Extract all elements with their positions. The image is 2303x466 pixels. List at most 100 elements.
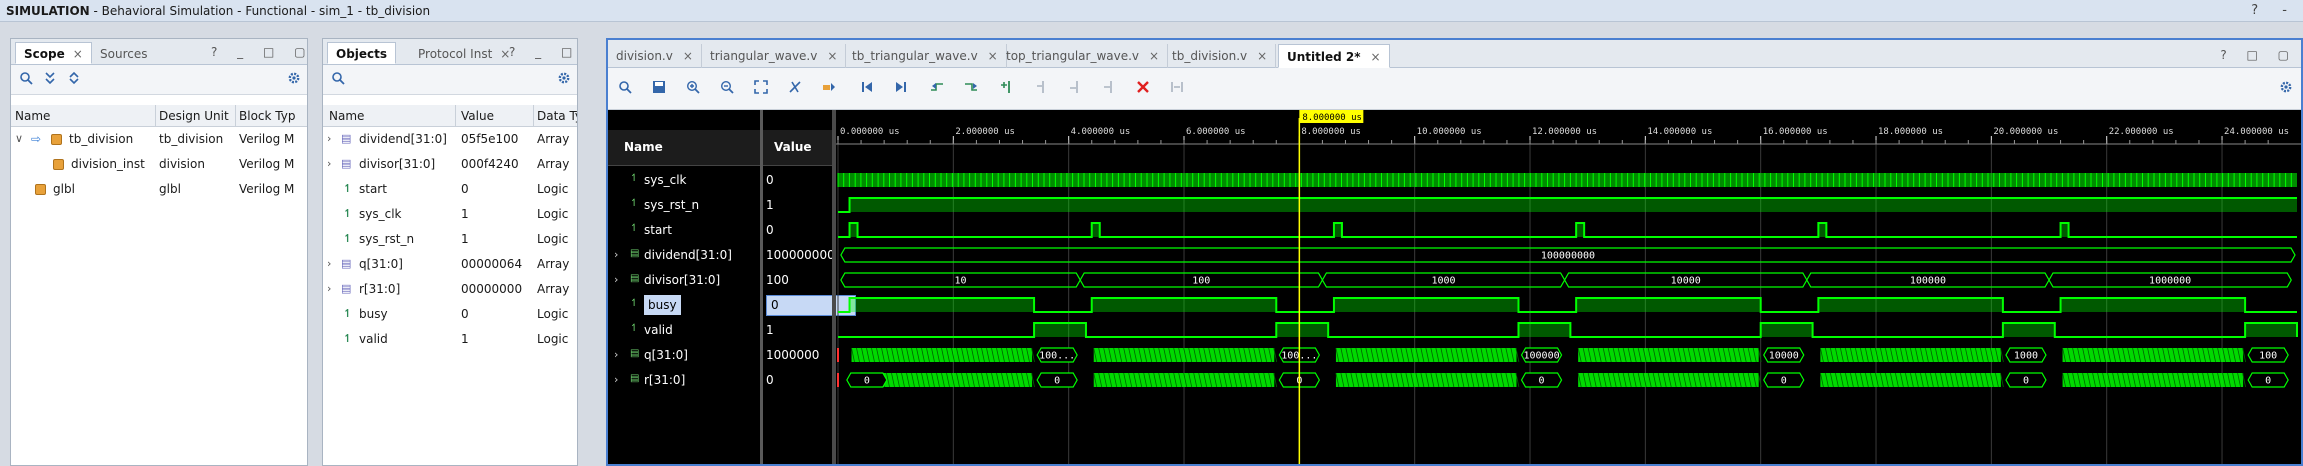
gear-icon[interactable]: [2277, 80, 2295, 98]
chevron-right-icon[interactable]: ›: [614, 273, 618, 286]
chevron-right-icon[interactable]: ›: [614, 248, 618, 261]
chevron-right-icon[interactable]: ›: [614, 348, 618, 361]
signal-row[interactable]: › ▤ r[31:0] 0: [608, 368, 834, 393]
wave-window-controls[interactable]: ? □ ▢: [2220, 48, 2297, 62]
prev-marker-icon: [1032, 80, 1050, 98]
signal-row[interactable]: ↿ start 0: [608, 218, 834, 243]
close-icon[interactable]: ×: [73, 47, 83, 61]
expand-all-icon[interactable]: [65, 71, 83, 89]
col-value[interactable]: Value: [461, 109, 494, 123]
marker-icon[interactable]: [820, 80, 838, 98]
zoom-in-icon[interactable]: [684, 80, 702, 98]
scope-window-controls[interactable]: ? _ □ ▢: [211, 45, 307, 59]
tab-tb-triangular-wave-v[interactable]: tb_triangular_wave.v ×: [844, 44, 1007, 68]
search-icon[interactable]: [17, 71, 35, 89]
objects-row[interactable]: ↿ start 0 Logic: [323, 177, 577, 202]
close-icon[interactable]: ×: [1257, 49, 1267, 63]
tab-tb-division-v[interactable]: tb_division.v ×: [1164, 44, 1277, 68]
chevron-right-icon[interactable]: ›: [614, 373, 618, 386]
window-title: SIMULATION - Behavioral Simulation - Fun…: [6, 4, 431, 18]
objects-row[interactable]: › ▤ dividend[31:0] 05f5e100 Array: [323, 127, 577, 152]
signal-icon: ↿: [630, 223, 639, 234]
add-marker-icon[interactable]: [998, 80, 1016, 98]
gear-icon[interactable]: [555, 71, 573, 89]
signal-row[interactable]: ↿ sys_clk 0: [608, 168, 834, 193]
start-pulse: [1091, 223, 1100, 237]
chevron-right-icon[interactable]: ›: [327, 257, 331, 270]
chevron-right-icon[interactable]: ›: [327, 132, 331, 145]
signal-name: r[31:0]: [644, 373, 686, 387]
collapse-all-icon[interactable]: [41, 71, 59, 89]
name-header[interactable]: Name: [624, 140, 663, 154]
waveform-canvas[interactable]: 0.000000 us 2.000000 us 4.000000 us 6.00000…: [836, 110, 2301, 466]
gear-icon[interactable]: [285, 71, 303, 89]
prev-transition-icon[interactable]: [928, 80, 946, 98]
close-icon[interactable]: ×: [827, 49, 837, 63]
signal-row[interactable]: › ▤ q[31:0] 1000000: [608, 343, 834, 368]
objects-row[interactable]: ↿ sys_rst_n 1 Logic: [323, 227, 577, 252]
search-icon[interactable]: [616, 80, 634, 98]
snap-icon: [1168, 80, 1186, 98]
object-value: 1: [461, 332, 469, 346]
objects-window-controls[interactable]: ? _ □ ▢: [509, 45, 577, 59]
signal-row[interactable]: ↿ sys_rst_n 1: [608, 193, 834, 218]
signal-row[interactable]: › ▤ dividend[31:0] 100000000: [608, 243, 835, 268]
signal-icon: ▤: [630, 373, 640, 384]
objects-row[interactable]: ↿ busy 0 Logic: [323, 302, 577, 327]
tab-top-triangular-wave-v[interactable]: top_triangular_wave.v ×: [998, 44, 1169, 68]
objects-panel-tabs: Objects Protocol Inst× ? _ □ ▢: [323, 39, 577, 65]
title-bar-icons[interactable]: ? -: [2251, 3, 2297, 18]
close-icon[interactable]: ×: [1371, 50, 1381, 64]
bus-value-label: 0: [1054, 376, 1060, 387]
search-icon[interactable]: [329, 71, 347, 89]
tab-protocol-inst[interactable]: Protocol Inst ×: [409, 42, 519, 64]
tab-triangular-wave-v[interactable]: triangular_wave.v ×: [702, 44, 847, 68]
save-icon[interactable]: [650, 80, 668, 98]
objects-row[interactable]: › ▤ q[31:0] 00000064 Array: [323, 252, 577, 277]
col-name[interactable]: Name: [15, 109, 50, 123]
time-tick-label: 4.000000 us: [1071, 127, 1131, 137]
start-wave: [838, 222, 2297, 238]
bus-value-label: 10: [955, 276, 967, 287]
tab-division-v[interactable]: division.v ×: [608, 44, 702, 68]
col-data-type[interactable]: Data Ty: [537, 109, 577, 123]
start-pulse: [1576, 223, 1585, 237]
scope-row[interactable]: glbl glbl Verilog M: [11, 177, 307, 202]
tab-objects[interactable]: Objects: [327, 42, 397, 64]
value-header[interactable]: Value: [774, 140, 812, 154]
chevron-down-icon[interactable]: ∨: [15, 132, 23, 145]
signal-icon: ▤: [630, 348, 640, 359]
signal-row[interactable]: ↿ valid 1: [608, 318, 834, 343]
close-icon[interactable]: ×: [683, 49, 693, 63]
objects-row[interactable]: › ▤ r[31:0] 00000000 Array: [323, 277, 577, 302]
close-icon[interactable]: ×: [1149, 49, 1159, 63]
objects-row[interactable]: ↿ sys_clk 1 Logic: [323, 202, 577, 227]
tab-sources[interactable]: Sources: [91, 42, 156, 64]
go-to-end-icon[interactable]: [892, 80, 910, 98]
signal-row[interactable]: › ▤ divisor[31:0] 100: [608, 268, 834, 293]
time-tick-label: 18.000000 us: [1878, 127, 1943, 137]
signal-value: 1: [766, 323, 774, 337]
scope-row[interactable]: ∨ ⇨ tb_division tb_division Verilog M: [11, 127, 307, 152]
objects-row[interactable]: › ▤ divisor[31:0] 000f4240 Array: [323, 152, 577, 177]
chevron-right-icon[interactable]: ›: [327, 157, 331, 170]
clock-fill: [838, 173, 2297, 187]
objects-toolbar: [323, 65, 577, 95]
zoom-fit-icon[interactable]: [752, 80, 770, 98]
delete-icon[interactable]: [1134, 80, 1152, 98]
go-to-start-icon[interactable]: [858, 80, 876, 98]
objects-row[interactable]: ↿ valid 1 Logic: [323, 327, 577, 352]
close-icon[interactable]: ×: [988, 49, 998, 63]
signal-row[interactable]: ↿ busy 0: [608, 293, 856, 318]
col-block-type[interactable]: Block Typ: [239, 109, 299, 123]
chevron-right-icon[interactable]: ›: [327, 282, 331, 295]
col-name[interactable]: Name: [329, 109, 364, 123]
col-design-unit[interactable]: Design Unit: [159, 109, 229, 123]
zoom-to-cursor-icon[interactable]: [786, 80, 804, 98]
tab-untitled-2[interactable]: Untitled 2* ×: [1278, 44, 1390, 68]
object-value: 00000000: [461, 282, 523, 296]
tab-scope[interactable]: Scope ×: [15, 42, 92, 64]
zoom-out-icon[interactable]: [718, 80, 736, 98]
next-transition-icon[interactable]: [962, 80, 980, 98]
scope-row[interactable]: division_inst division Verilog M: [11, 152, 307, 177]
